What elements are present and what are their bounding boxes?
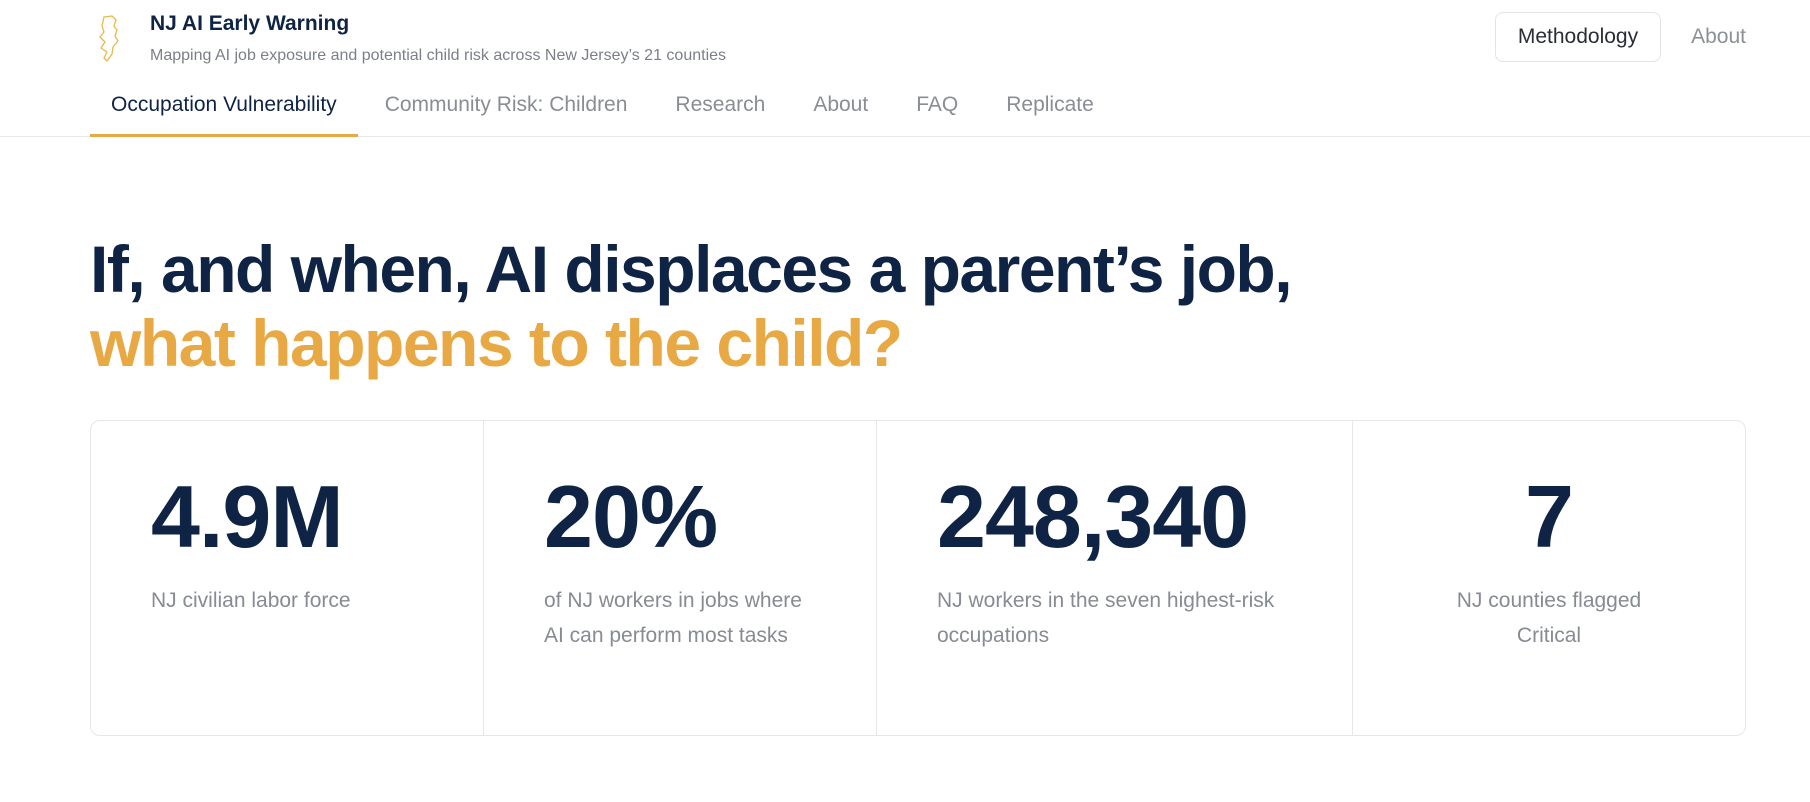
stat-label: NJ workers in the seven highest-risk occ… — [937, 589, 1275, 647]
stat-value: 4.9M — [151, 467, 344, 566]
brand-title: NJ AI Early Warning — [150, 12, 350, 35]
stat-ai-exposure: 20% of NJ workers in jobs where AI can p… — [484, 421, 877, 735]
stat-labor-force: 4.9M NJ civilian labor force — [91, 421, 484, 735]
stat-high-risk-workers: 248,340 NJ workers in the seven highest-… — [877, 421, 1353, 735]
site-header: NJ AI Early Warning Mapping AI job expos… — [0, 0, 1810, 137]
tab-replicate[interactable]: Replicate — [985, 89, 1115, 137]
hero-line-2: what happens to the child? — [90, 306, 903, 380]
stat-value: 7 — [1525, 467, 1574, 566]
brand[interactable]: NJ AI Early Warning Mapping AI job expos… — [90, 10, 726, 65]
tab-occupation-vulnerability[interactable]: Occupation Vulnerability — [90, 89, 358, 137]
brand-subtitle: Mapping AI job exposure and potential ch… — [150, 47, 727, 64]
stat-label: of NJ workers in jobs where AI can perfo… — [544, 589, 802, 647]
stat-label: NJ counties flagged Critical — [1456, 589, 1642, 647]
stat-label: NJ civilian labor force — [151, 589, 351, 612]
stat-critical-counties: 7 NJ counties flagged Critical — [1353, 421, 1745, 735]
stat-value: 248,340 — [937, 467, 1249, 566]
about-link[interactable]: About — [1691, 25, 1746, 49]
hero-headline: If, and when, AI displaces a parent’s jo… — [90, 232, 1293, 380]
main-tabs: Occupation Vulnerability Community Risk:… — [90, 89, 1121, 137]
methodology-button[interactable]: Methodology — [1494, 12, 1662, 62]
tab-community-risk-children[interactable]: Community Risk: Children — [364, 89, 649, 137]
tab-about[interactable]: About — [792, 89, 889, 137]
hero: If, and when, AI displaces a parent’s jo… — [90, 232, 1293, 380]
brand-text: NJ AI Early Warning Mapping AI job expos… — [150, 10, 726, 65]
new-jersey-outline-icon — [99, 15, 119, 62]
hero-line-1: If, and when, AI displaces a parent’s jo… — [90, 232, 1293, 306]
tab-faq[interactable]: FAQ — [895, 89, 979, 137]
tab-research[interactable]: Research — [654, 89, 786, 137]
stats-panel: 4.9M NJ civilian labor force 20% of NJ w… — [90, 420, 1746, 736]
top-actions: Methodology About — [1494, 12, 1746, 62]
stat-value: 20% — [544, 467, 718, 566]
